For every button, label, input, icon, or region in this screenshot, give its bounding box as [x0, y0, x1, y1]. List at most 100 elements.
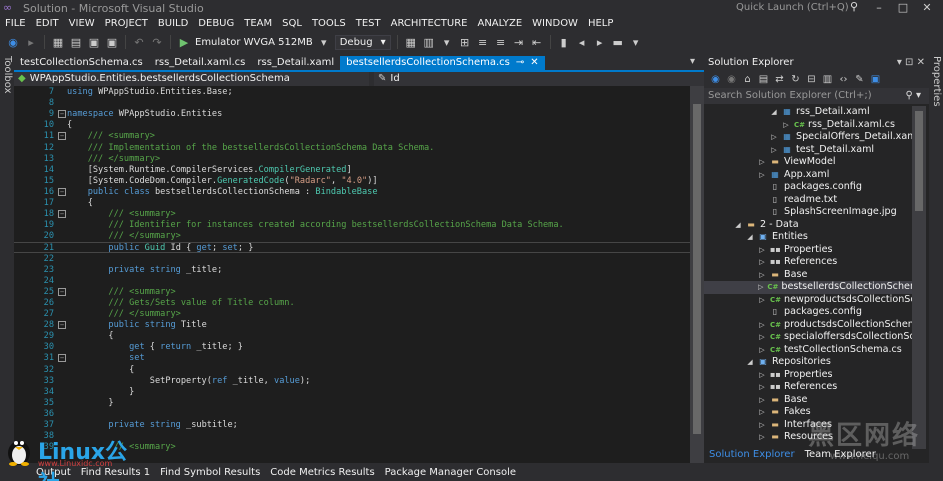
properties-icon[interactable]: ✎: [854, 74, 865, 85]
next-bookmark-icon[interactable]: ▸: [593, 36, 607, 49]
code-line[interactable]: 15 [System.CodeDom.Compiler.GeneratedCod…: [14, 176, 690, 187]
run-target-dropdown-icon[interactable]: ▾: [317, 36, 331, 49]
menu-item-debug[interactable]: DEBUG: [193, 16, 239, 32]
expand-icon[interactable]: ▷: [758, 156, 766, 169]
code-line[interactable]: 29 {: [14, 331, 690, 342]
collapse-icon[interactable]: ◢: [746, 231, 754, 244]
expand-icon[interactable]: ▷: [758, 244, 766, 257]
code-line[interactable]: 14 [System.Runtime.CompilerServices.Comp…: [14, 165, 690, 176]
menu-item-file[interactable]: FILE: [0, 16, 31, 32]
expand-icon[interactable]: ▷: [758, 269, 766, 282]
tree-item[interactable]: ▷ ▪▪ References: [758, 256, 837, 269]
expand-icon[interactable]: ▷: [758, 319, 766, 332]
code-line[interactable]: 34 }: [14, 387, 690, 398]
menu-item-project[interactable]: PROJECT: [100, 16, 153, 32]
menu-item-architecture[interactable]: ARCHITECTURE: [386, 16, 473, 32]
menu-item-test[interactable]: TEST: [351, 16, 386, 32]
code-line[interactable]: 31− set: [14, 353, 690, 364]
menu-item-help[interactable]: HELP: [583, 16, 618, 32]
collapse-region-icon[interactable]: −: [58, 132, 66, 141]
document-tab[interactable]: rss_Detail.xaml.cs: [149, 56, 252, 70]
preview-icon[interactable]: ▣: [870, 74, 881, 85]
uncomment-icon[interactable]: ≡: [494, 36, 508, 49]
sync-icon[interactable]: ⇄: [774, 74, 785, 85]
expand-icon[interactable]: ▷: [758, 344, 766, 357]
code-line[interactable]: 18− /// <summary>: [14, 209, 690, 220]
type-dropdown[interactable]: ◆ WPAppStudio.Entities.bestsellerdsColle…: [14, 72, 369, 86]
menu-item-tools[interactable]: TOOLS: [307, 16, 351, 32]
expand-icon[interactable]: ▷: [770, 144, 778, 157]
tree-item[interactable]: ▷ C#bestsellerdsCollectionSchema.cs: [704, 281, 912, 294]
redo-icon[interactable]: ↷: [150, 36, 164, 49]
expand-icon[interactable]: ▷: [758, 281, 763, 294]
expand-icon[interactable]: ▷: [758, 431, 766, 444]
tree-item[interactable]: ▷ ▪▪ References: [758, 381, 837, 394]
code-line[interactable]: 9− namespace WPAppStudio.Entities: [14, 109, 690, 120]
toolbox-tab[interactable]: Toolbox: [2, 56, 13, 94]
code-line[interactable]: 35 }: [14, 398, 690, 409]
code-line[interactable]: 22: [14, 254, 690, 265]
bookmark-icon[interactable]: ▮: [557, 36, 571, 49]
solution-explorer-search[interactable]: Search Solution Explorer (Ctrl+;) ⚲ ▾: [704, 88, 929, 104]
find-icon[interactable]: ▦: [404, 36, 418, 49]
expand-icon[interactable]: ▷: [758, 419, 766, 432]
clear-bookmarks-icon[interactable]: ▬: [611, 36, 625, 49]
tree-item[interactable]: ▯ readme.txt: [758, 194, 837, 207]
bottom-tab[interactable]: Package Manager Console: [385, 467, 516, 478]
collapse-region-icon[interactable]: −: [58, 354, 66, 363]
pane-controls[interactable]: ▾ ⊡ ✕: [897, 56, 925, 70]
code-line[interactable]: 10 {: [14, 120, 690, 131]
solution-explorer-scrollbar[interactable]: [912, 106, 926, 449]
close-tab-icon[interactable]: ✕: [530, 56, 538, 70]
menu-item-team[interactable]: TEAM: [239, 16, 277, 32]
tree-item[interactable]: ▷ ▬ Base: [758, 394, 807, 407]
tree-item[interactable]: ▷ ▦ test_Detail.xaml: [770, 144, 874, 157]
collapse-region-icon[interactable]: −: [58, 110, 66, 119]
new-project-icon[interactable]: ▦: [51, 36, 65, 49]
document-tab[interactable]: rss_Detail.xaml: [251, 56, 340, 70]
save-icon[interactable]: ▣: [87, 36, 101, 49]
search-icon[interactable]: ⚲ ▾: [905, 88, 921, 104]
collapse-region-icon[interactable]: −: [58, 287, 66, 296]
search-icon[interactable]: ⚲: [850, 0, 864, 16]
run-target-label[interactable]: Emulator WVGA 512MB: [195, 37, 313, 48]
outdent-icon[interactable]: ⇤: [530, 36, 544, 49]
dropdown-icon[interactable]: ▾: [440, 36, 454, 49]
code-line[interactable]: 12 /// Implementation of the bestsellerd…: [14, 143, 690, 154]
code-line[interactable]: 11− /// <summary>: [14, 131, 690, 142]
expand-icon[interactable]: ▷: [758, 169, 766, 182]
code-line[interactable]: 25− /// <summary>: [14, 287, 690, 298]
expand-icon[interactable]: ▷: [758, 406, 766, 419]
code-line[interactable]: 21 public Guid Id { get; set; }: [14, 242, 690, 254]
tree-item[interactable]: ▯ packages.config: [758, 306, 862, 319]
tree-item[interactable]: ▷ C#specialoffersdsCollectionSchema.cs: [758, 331, 912, 344]
tree-item[interactable]: ▷ ▬ Base: [758, 269, 807, 282]
back-icon[interactable]: ◉: [710, 74, 721, 85]
open-file-icon[interactable]: ▤: [69, 36, 83, 49]
properties-tab[interactable]: Properties: [931, 56, 942, 107]
start-debugging-icon[interactable]: ▶: [177, 36, 191, 49]
scrollbar-thumb[interactable]: [693, 104, 701, 434]
comment-icon[interactable]: ≡: [476, 36, 490, 49]
collapse-icon[interactable]: ◢: [770, 106, 778, 119]
configuration-select[interactable]: Debug ▾: [334, 34, 391, 50]
bottom-tab[interactable]: Find Symbol Results: [160, 467, 260, 478]
editor-scrollbar[interactable]: [690, 86, 704, 463]
tree-item[interactable]: ▷ ▦ App.xaml: [758, 169, 829, 182]
expand-icon[interactable]: ▷: [758, 394, 766, 407]
code-line[interactable]: 7 using WPAppStudio.Entities.Base;: [14, 87, 690, 98]
document-tab[interactable]: bestsellerdsCollectionSchema.cs ⊸ ✕: [340, 56, 545, 70]
collapse-region-icon[interactable]: −: [58, 321, 66, 330]
collapse-all-icon[interactable]: ⊟: [806, 74, 817, 85]
maximize-button[interactable]: □: [892, 0, 914, 16]
expand-icon[interactable]: ▷: [758, 331, 766, 344]
code-line[interactable]: 13 /// </summary>: [14, 154, 690, 165]
code-line[interactable]: 37 private string _subtitle;: [14, 420, 690, 431]
code-line[interactable]: 36: [14, 409, 690, 420]
expand-icon[interactable]: ▷: [758, 381, 766, 394]
forward-icon[interactable]: ◉: [726, 74, 737, 85]
expand-icon[interactable]: ▷: [782, 119, 790, 132]
home-icon[interactable]: ⌂: [742, 74, 753, 85]
menu-item-edit[interactable]: EDIT: [31, 16, 64, 32]
code-line[interactable]: 28− public string Title: [14, 320, 690, 331]
